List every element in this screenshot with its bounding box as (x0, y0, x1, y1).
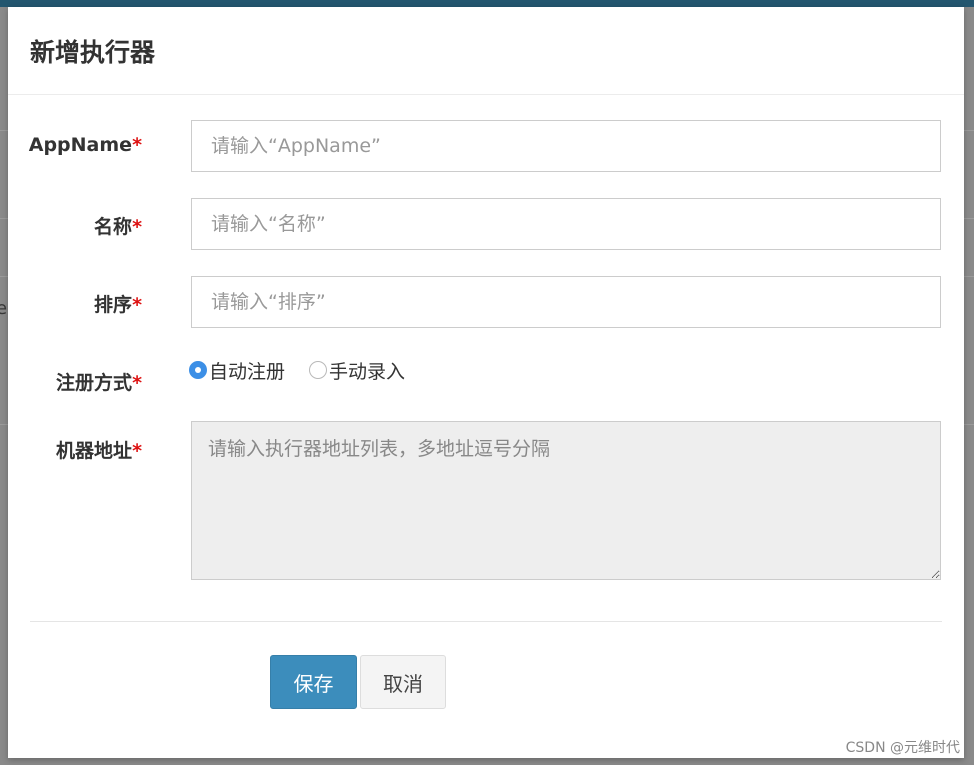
required-mark: * (132, 372, 142, 394)
add-executor-dialog: 新增执行器 AppName* 名称* 排序* 注册方式* 自动注册 手动录入 机… (8, 7, 964, 758)
radio-selected-icon[interactable] (189, 361, 207, 379)
address-list-textarea[interactable] (191, 421, 941, 580)
register-type-label: 注册方式* (56, 372, 142, 394)
address-list-label: 机器地址* (56, 440, 142, 462)
required-mark: * (132, 216, 142, 238)
required-mark: * (132, 294, 142, 316)
radio-manual-entry-label: 手动录入 (329, 360, 406, 383)
radio-unselected-icon[interactable] (309, 361, 328, 379)
save-button[interactable]: 保存 (270, 655, 357, 709)
footer-divider (30, 621, 942, 622)
required-mark: * (132, 134, 142, 156)
order-label: 排序* (94, 294, 142, 316)
title-label: 名称* (94, 216, 142, 238)
radio-manual-entry[interactable]: 手动录入 (309, 357, 405, 384)
appname-input[interactable] (191, 120, 941, 172)
appname-label: AppName* (28, 134, 142, 156)
dialog-header: 新增执行器 (8, 7, 964, 95)
radio-auto-register-label: 自动注册 (209, 360, 286, 383)
order-input[interactable] (191, 276, 941, 328)
background-top-bar (0, 0, 974, 7)
radio-auto-register[interactable]: 自动注册 (189, 357, 285, 384)
dialog-title: 新增执行器 (30, 38, 156, 67)
watermark-text: CSDN @元维时代 (845, 740, 960, 756)
cancel-button[interactable]: 取消 (360, 655, 446, 709)
required-mark: * (132, 440, 142, 462)
register-type-radio-group: 自动注册 手动录入 (189, 357, 429, 383)
title-input[interactable] (191, 198, 941, 250)
